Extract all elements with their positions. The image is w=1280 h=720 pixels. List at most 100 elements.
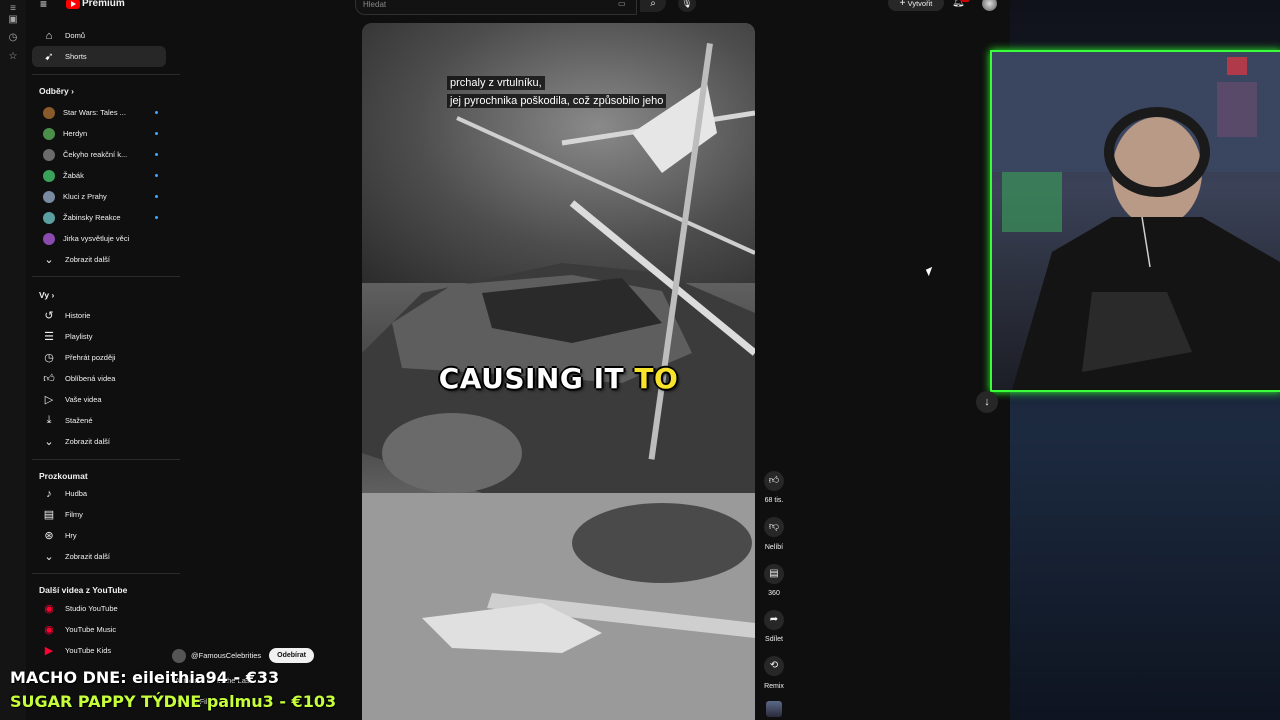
notifications-button[interactable]: 🔔︎9+ bbox=[952, 0, 970, 8]
streamer-image bbox=[992, 52, 1280, 390]
avatar bbox=[43, 169, 55, 182]
youtube-logo[interactable]: Premium bbox=[66, 0, 125, 9]
mouse-cursor-icon bbox=[925, 266, 936, 277]
sidebar-item-liked[interactable]: 👍︎ Oblíbená videa bbox=[32, 368, 166, 389]
play-icon: ▷ bbox=[44, 394, 54, 406]
show-more-explore[interactable]: ⌄ Zobrazit další bbox=[32, 546, 166, 567]
comment-count: 360 bbox=[768, 590, 780, 597]
divider bbox=[32, 573, 180, 574]
youtube-music-icon: ◉ bbox=[44, 624, 54, 636]
sidebar-item-sub[interactable]: Jirka vysvětluje věci bbox=[32, 228, 166, 249]
sidebar-item-sub[interactable]: Žabinsky Reakce bbox=[32, 207, 166, 228]
sidebar-item-music[interactable]: ♪ Hudba bbox=[32, 483, 166, 504]
sidebar-item-sub[interactable]: Kluci z Prahy bbox=[32, 186, 166, 207]
remix-button[interactable]: ⟲ bbox=[764, 656, 784, 676]
subtitle-line: jej pyrochnika poškodila, což způsobilo … bbox=[447, 94, 667, 108]
sidebar-item-history[interactable]: ↺ Historie bbox=[32, 305, 166, 326]
sidebar-item-shorts[interactable]: ➹ Shorts bbox=[32, 46, 166, 67]
hamburger-menu-icon[interactable]: ≡ bbox=[40, 0, 47, 11]
star-mini-icon[interactable]: ☆ bbox=[7, 51, 19, 63]
sidebar-item-games[interactable]: ⊛ Hry bbox=[32, 525, 166, 546]
dislike-label: Nelíbí bbox=[764, 544, 784, 551]
caption-highlight: TO bbox=[634, 362, 679, 395]
share-label: Sdílet bbox=[765, 636, 783, 643]
sidebar-item-sub[interactable]: Čekyho reakční k... bbox=[32, 144, 166, 165]
channel-name[interactable]: @FamousCelebrities bbox=[191, 651, 261, 660]
new-content-dot bbox=[155, 174, 158, 177]
thumbs-up-icon: 👍︎ bbox=[768, 475, 780, 486]
sidebar-item-music-app[interactable]: ◉ YouTube Music bbox=[32, 619, 166, 640]
video-caption: CAUSING IT TO bbox=[362, 362, 755, 395]
like-button[interactable]: 👍︎ bbox=[764, 471, 784, 491]
sidebar-item-playlists[interactable]: ☰ Playlisty bbox=[32, 326, 166, 347]
divider bbox=[32, 459, 180, 460]
clock-icon: ◷ bbox=[44, 352, 54, 364]
sidebar-item-films[interactable]: ▤ Filmy bbox=[32, 504, 166, 525]
sidebar-item-home[interactable]: ⌂ Domů bbox=[32, 25, 166, 46]
sidebar-item-sub[interactable]: Herdyn bbox=[32, 123, 166, 144]
comment-icon: ▤ bbox=[769, 568, 779, 579]
thumbs-down-icon: 👎︎ bbox=[768, 521, 780, 532]
next-short-button[interactable]: ↓ bbox=[976, 391, 998, 413]
subscriptions-heading[interactable]: Odběry › bbox=[39, 86, 74, 96]
macho-dne-overlay: MACHO DNE: eileithia94 - €33 bbox=[10, 668, 280, 687]
sidebar-item-kids[interactable]: ▶ YouTube Kids bbox=[32, 640, 166, 661]
new-content-dot bbox=[155, 195, 158, 198]
search-icon: ⌕ bbox=[650, 0, 656, 9]
subtitle-line: prchaly z vrtulníku, bbox=[447, 76, 545, 90]
sidebar-item-watch-later[interactable]: ◷ Přehrát později bbox=[32, 347, 166, 368]
gamepad-icon: ⊛ bbox=[44, 530, 54, 542]
new-content-dot bbox=[155, 153, 158, 156]
more-from-youtube-heading: Další videa z YouTube bbox=[39, 585, 128, 595]
sidebar-item-your-videos[interactable]: ▷ Vaše videa bbox=[32, 389, 166, 410]
new-content-dot bbox=[155, 132, 158, 135]
chevron-down-icon: ⌄ bbox=[44, 254, 54, 266]
sidebar-item-sub[interactable]: Star Wars: Tales ... bbox=[32, 102, 166, 123]
new-content-dot bbox=[155, 216, 158, 219]
film-icon: ▤ bbox=[43, 509, 55, 521]
history-mini-icon[interactable]: ◷ bbox=[7, 32, 19, 44]
youtube-logo-icon bbox=[66, 0, 80, 9]
comments-button[interactable]: ▤ bbox=[764, 564, 784, 584]
new-content-dot bbox=[155, 111, 158, 114]
sidebar: ⌂ Domů ➹ Shorts Odběry › Star Wars: Tale… bbox=[26, 0, 180, 720]
share-button[interactable]: ➦ bbox=[764, 610, 784, 630]
avatar bbox=[43, 232, 55, 245]
create-button[interactable]: + Vytvořit bbox=[888, 0, 944, 11]
sidebar-item-downloads[interactable]: ⤓ Stažené bbox=[32, 410, 166, 431]
divider bbox=[32, 74, 180, 75]
you-heading[interactable]: Vy › bbox=[39, 290, 54, 300]
arrow-down-icon: ↓ bbox=[984, 396, 990, 408]
sound-thumbnail[interactable] bbox=[766, 701, 782, 717]
avatar bbox=[43, 211, 55, 224]
subscribe-button[interactable]: Odebírat bbox=[269, 648, 314, 663]
download-icon: ⤓ bbox=[46, 414, 52, 426]
avatar bbox=[43, 106, 55, 119]
chevron-right-icon: › bbox=[51, 290, 55, 300]
show-more-you[interactable]: ⌄ Zobrazit další bbox=[32, 431, 166, 452]
share-icon: ➦ bbox=[769, 614, 779, 625]
remix-label: Remix bbox=[764, 683, 784, 690]
avatar bbox=[43, 127, 55, 140]
like-count: 68 tis. bbox=[764, 497, 784, 504]
mini-rail: ≡ ▣ ◷ ☆ bbox=[0, 0, 26, 720]
translated-subtitle: prchaly z vrtulníku, jej pyrochnika pošk… bbox=[447, 73, 707, 109]
sidebar-item-sub[interactable]: Žabák bbox=[32, 165, 166, 186]
divider bbox=[32, 276, 180, 277]
remix-icon: ⟲ bbox=[769, 660, 779, 671]
show-more-subs[interactable]: ⌄ Zobrazit další bbox=[32, 249, 166, 270]
chevron-down-icon: ⌄ bbox=[44, 436, 54, 448]
thumbs-up-icon: 👍︎ bbox=[43, 373, 55, 385]
history-icon: ↺ bbox=[44, 310, 54, 322]
search-input[interactable]: Hledat ▭ bbox=[355, 0, 637, 15]
dislike-button[interactable]: 👎︎ bbox=[764, 517, 784, 537]
sidebar-item-studio[interactable]: ◉ Studio YouTube bbox=[32, 598, 166, 619]
keyboard-icon[interactable]: ▭ bbox=[618, 0, 626, 8]
youtube-kids-icon: ▶ bbox=[44, 645, 54, 657]
playlist-icon: ☰ bbox=[44, 331, 54, 343]
notification-badge: 9+ bbox=[960, 0, 970, 2]
webcam-feed bbox=[990, 50, 1280, 392]
channel-avatar[interactable] bbox=[172, 648, 186, 663]
shorts-mini-icon[interactable]: ▣ bbox=[7, 14, 19, 26]
chevron-down-icon: ⌄ bbox=[44, 551, 54, 563]
